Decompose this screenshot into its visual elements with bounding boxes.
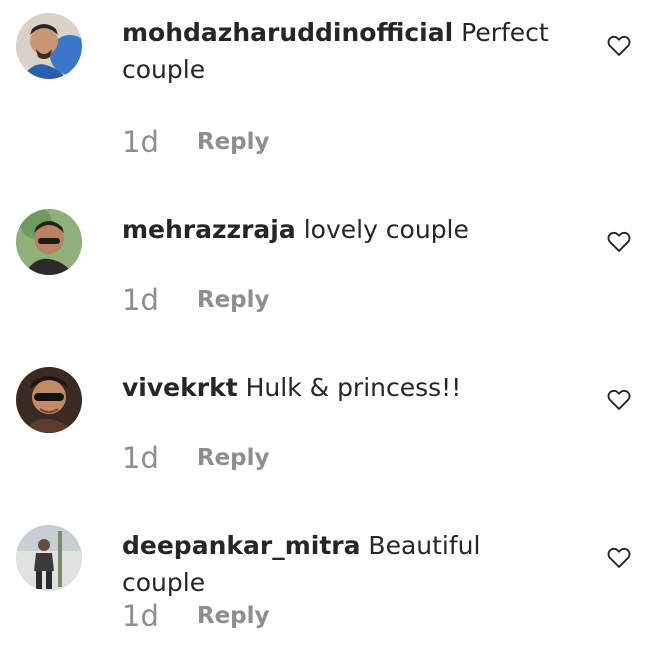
comment-text: mohdazharuddinofficial Perfect couple <box>122 14 562 88</box>
avatar[interactable] <box>16 367 82 433</box>
comment-username[interactable]: vivekrkt <box>122 373 238 402</box>
comment-meta: 1d Reply <box>122 440 270 476</box>
comment-body: lovely couple <box>303 215 469 244</box>
comment-username[interactable]: mohdazharuddinofficial <box>122 18 453 47</box>
comment-timestamp: 1d <box>122 283 159 317</box>
comment-list: mohdazharuddinofficial Perfect couple 1d… <box>0 0 670 663</box>
heart-icon[interactable] <box>605 543 633 571</box>
comment-username[interactable]: deepankar_mitra <box>122 531 360 560</box>
reply-button[interactable]: Reply <box>197 603 270 629</box>
avatar[interactable] <box>16 525 82 591</box>
avatar[interactable] <box>16 13 82 79</box>
avatar[interactable] <box>16 209 82 275</box>
heart-icon[interactable] <box>605 31 633 59</box>
comment-text: mehrazzraja lovely couple <box>122 211 562 248</box>
comment-meta: 1d Reply <box>122 598 270 634</box>
comment-meta: 1d Reply <box>122 124 270 160</box>
reply-button[interactable]: Reply <box>197 287 270 313</box>
comment-text: vivekrkt Hulk & princess!! <box>122 369 562 406</box>
comment-text: deepankar_mitra Beautiful couple <box>122 527 562 601</box>
reply-button[interactable]: Reply <box>197 445 270 471</box>
comment-meta: 1d Reply <box>122 282 270 318</box>
heart-icon[interactable] <box>605 385 633 413</box>
comment-timestamp: 1d <box>122 441 159 475</box>
comment-body: Hulk & princess!! <box>245 373 462 402</box>
comment-username[interactable]: mehrazzraja <box>122 215 296 244</box>
comment-timestamp: 1d <box>122 599 159 633</box>
reply-button[interactable]: Reply <box>197 129 270 155</box>
comment-timestamp: 1d <box>122 125 159 159</box>
heart-icon[interactable] <box>605 227 633 255</box>
